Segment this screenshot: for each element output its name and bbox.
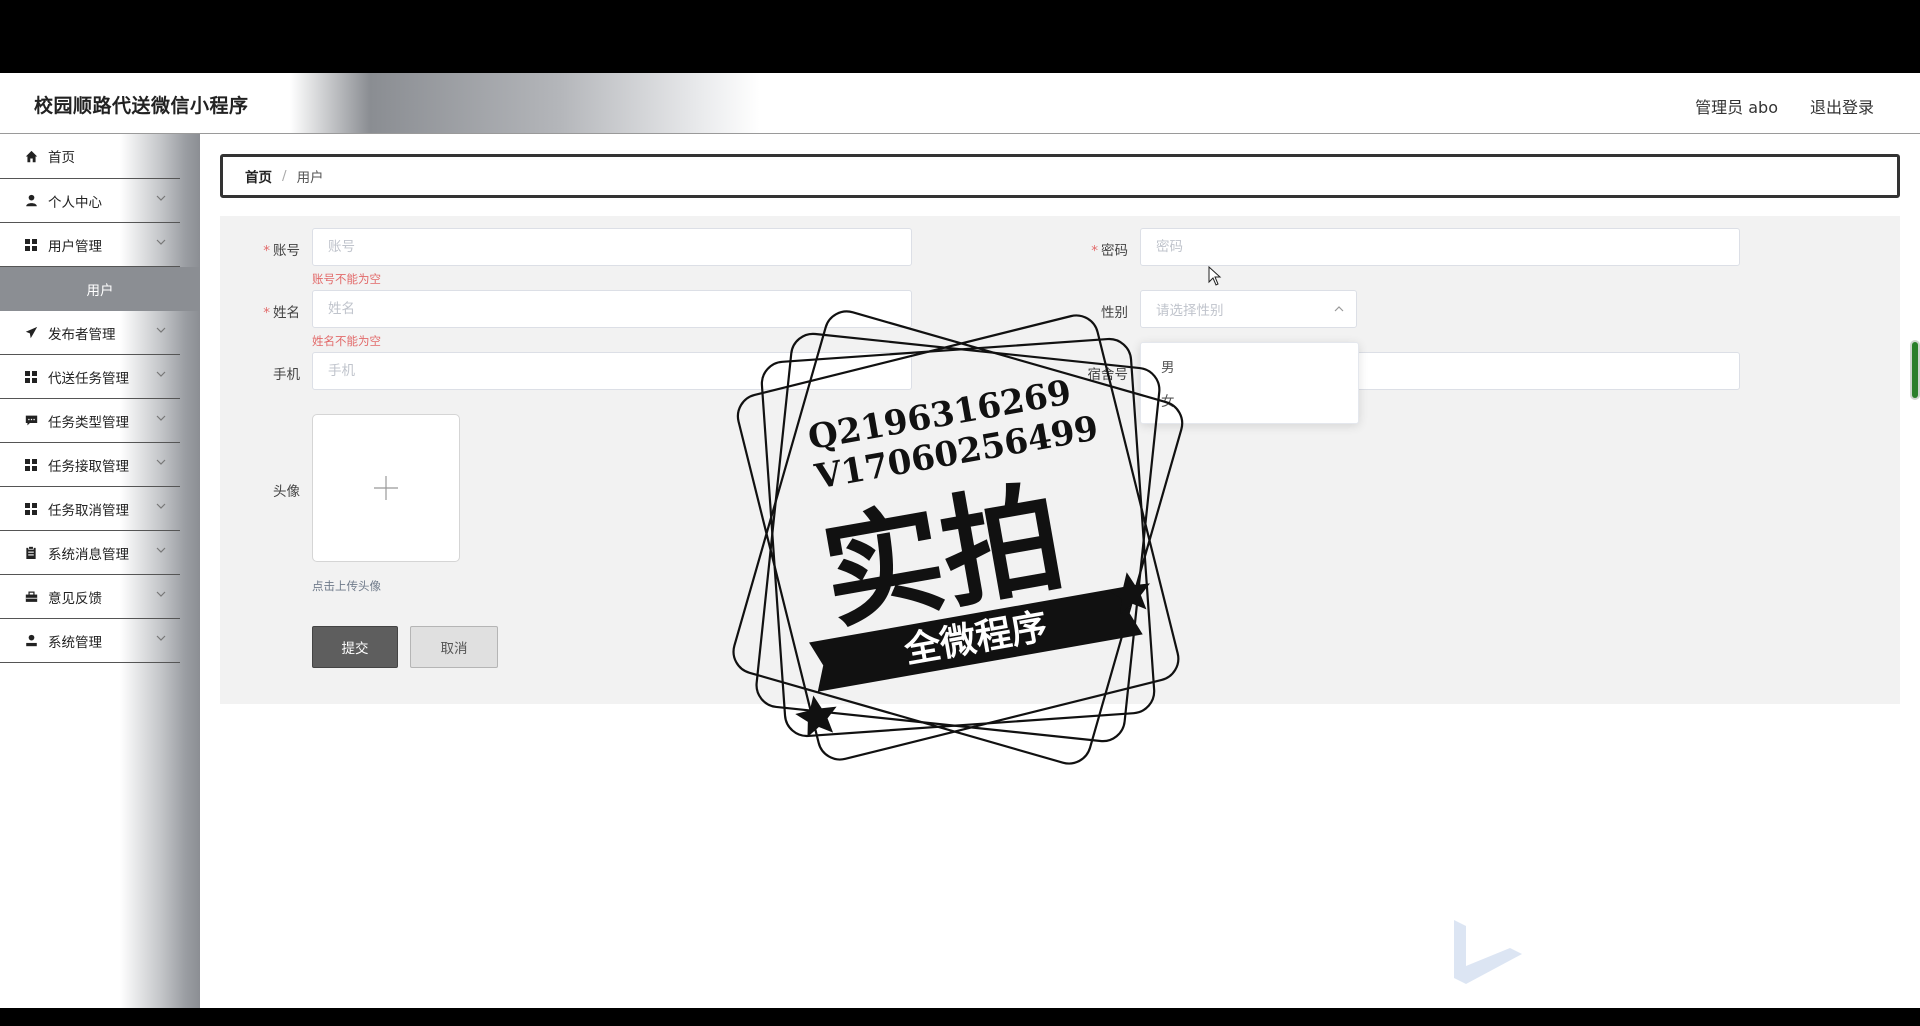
breadcrumb-separator: / xyxy=(282,168,287,184)
user-form: *账号 账号不能为空 *密码 *姓名 姓名不能为空 性别 请选择性别 手机 宿舍… xyxy=(220,216,1900,704)
user-icon xyxy=(24,194,38,208)
chevron-down-icon xyxy=(156,327,166,333)
app-header: 校园顺路代送微信小程序 管理员 abo 退出登录 xyxy=(0,73,1920,134)
name-error: 姓名不能为空 xyxy=(312,334,381,348)
avatar-label: 头像 xyxy=(273,484,300,500)
chat-icon xyxy=(24,414,38,428)
grid-icon xyxy=(24,238,38,252)
gender-label: 性别 xyxy=(1101,305,1128,321)
gender-option-female[interactable]: 女 xyxy=(1141,383,1358,417)
breadcrumb-current: 用户 xyxy=(296,170,324,186)
app-title: 校园顺路代送微信小程序 xyxy=(34,95,249,117)
sidebar-item-system-message-management[interactable]: 系统消息管理 xyxy=(0,531,180,575)
screen-letterbox-top xyxy=(0,0,1920,73)
sidebar-item-task-type-management[interactable]: 任务类型管理 xyxy=(0,399,180,443)
current-user-label: 管理员 abo xyxy=(1695,98,1778,117)
account-label: * 账号 xyxy=(263,243,300,259)
sidebar-item-user-management[interactable]: 用户管理 xyxy=(0,223,180,267)
breadcrumb-home[interactable]: 首页 xyxy=(245,166,272,186)
sidebar-item-feedback[interactable]: 意见反馈 xyxy=(0,575,180,619)
sidebar-menu: 首页 个人中心 用户管理 用户 发布者管理 代送任务管理 任务类型管理 任务接取… xyxy=(0,134,200,1008)
sidebar-item-label: 代送任务管理 xyxy=(48,370,129,387)
chevron-down-icon xyxy=(156,371,166,377)
gender-select[interactable]: 请选择性别 xyxy=(1140,290,1357,328)
sidebar-item-label: 任务取消管理 xyxy=(48,502,129,519)
name-label: * 姓名 xyxy=(263,305,300,321)
briefcase-icon xyxy=(24,590,38,604)
send-icon xyxy=(24,326,38,340)
sidebar-item-label: 首页 xyxy=(48,150,75,166)
chevron-down-icon xyxy=(156,635,166,641)
chevron-down-icon xyxy=(156,459,166,465)
dorm-label: 宿舍号 xyxy=(1087,367,1129,383)
chevron-up-icon xyxy=(1334,306,1344,312)
sidebar-item-label: 任务接取管理 xyxy=(48,458,129,475)
chevron-down-icon xyxy=(156,195,166,201)
chevron-up-icon xyxy=(156,239,166,245)
sidebar-item-label: 系统消息管理 xyxy=(48,546,129,563)
chevron-down-icon xyxy=(156,415,166,421)
grid-icon xyxy=(24,458,38,472)
sidebar-item-home[interactable]: 首页 xyxy=(0,134,180,179)
sidebar-subitem-user[interactable]: 用户 xyxy=(0,267,200,311)
sidebar-item-label: 发布者管理 xyxy=(48,326,116,343)
admin-user-icon xyxy=(24,634,38,648)
avatar-upload[interactable] xyxy=(312,414,460,562)
main-content: 首页 / 用户 *账号 账号不能为空 *密码 *姓名 姓名不能为空 性别 请选择… xyxy=(200,134,1920,1008)
chevron-down-icon xyxy=(156,503,166,509)
sidebar-item-personal-center[interactable]: 个人中心 xyxy=(0,179,180,223)
account-input[interactable] xyxy=(312,228,912,266)
name-input[interactable] xyxy=(312,290,912,328)
account-error: 账号不能为空 xyxy=(312,272,381,286)
corner-logo-icon xyxy=(1454,920,1522,984)
sidebar-item-task-accept-management[interactable]: 任务接取管理 xyxy=(0,443,180,487)
sidebar-item-label: 用户管理 xyxy=(48,238,102,255)
mouse-cursor-icon xyxy=(1208,266,1222,286)
grid-icon xyxy=(24,370,38,384)
home-icon xyxy=(24,149,38,163)
password-input[interactable] xyxy=(1140,228,1740,266)
chevron-down-icon xyxy=(156,591,166,597)
breadcrumb: 首页 / 用户 xyxy=(220,154,1900,198)
sidebar-item-label: 意见反馈 xyxy=(48,590,102,607)
phone-label: 手机 xyxy=(273,367,300,383)
password-label: * 密码 xyxy=(1091,243,1128,259)
phone-input[interactable] xyxy=(312,352,912,390)
avatar-upload-tip: 点击上传头像 xyxy=(312,579,381,593)
chevron-down-icon xyxy=(156,547,166,553)
plus-icon xyxy=(374,476,398,500)
scrollbar-thumb[interactable] xyxy=(1912,342,1918,398)
sidebar-item-system-management[interactable]: 系统管理 xyxy=(0,619,180,663)
clipboard-icon xyxy=(24,546,38,560)
sidebar-item-label: 任务类型管理 xyxy=(48,414,129,431)
grid-icon xyxy=(24,502,38,516)
gender-option-male[interactable]: 男 xyxy=(1141,349,1358,383)
screen-letterbox-bottom xyxy=(0,1008,1920,1026)
submit-button[interactable]: 提交 xyxy=(312,626,398,668)
sidebar-item-delivery-task-management[interactable]: 代送任务管理 xyxy=(0,355,180,399)
logout-link[interactable]: 退出登录 xyxy=(1810,94,1874,118)
sidebar-item-task-cancel-management[interactable]: 任务取消管理 xyxy=(0,487,180,531)
gender-dropdown: 男 女 xyxy=(1140,342,1359,424)
cancel-button[interactable]: 取消 xyxy=(410,626,498,668)
sidebar-item-label: 个人中心 xyxy=(48,194,102,211)
sidebar-item-label: 系统管理 xyxy=(48,634,102,651)
gender-select-placeholder: 请选择性别 xyxy=(1156,303,1224,319)
sidebar-item-publisher-management[interactable]: 发布者管理 xyxy=(0,311,180,355)
